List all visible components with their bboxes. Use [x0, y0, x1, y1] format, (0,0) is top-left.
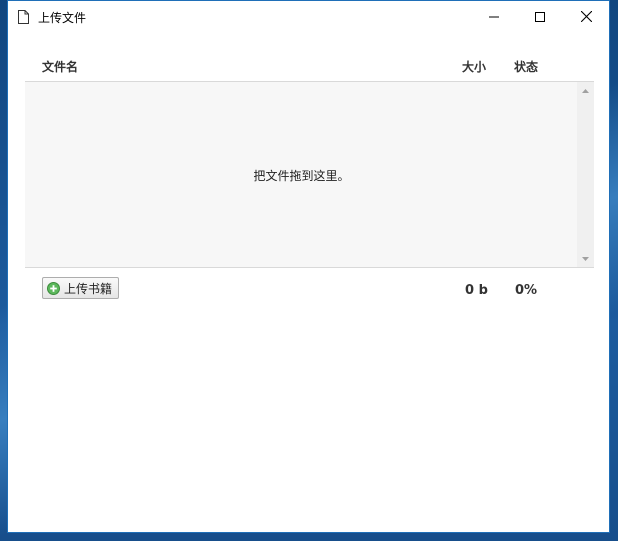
total-size: 0 b	[465, 283, 488, 298]
upload-button-label: 上传书籍	[64, 281, 113, 296]
arrow-up-icon	[582, 88, 589, 93]
minimize-icon	[489, 16, 499, 17]
column-header-status[interactable]: 状态	[514, 58, 538, 75]
document-icon	[18, 9, 29, 24]
close-button[interactable]	[563, 1, 609, 32]
minimize-button[interactable]	[471, 1, 517, 32]
arrow-down-icon	[582, 256, 589, 261]
column-header-filename[interactable]: 文件名	[42, 58, 78, 75]
maximize-icon	[535, 11, 545, 22]
close-icon	[580, 11, 592, 22]
title-bar[interactable]: 上传文件	[8, 1, 609, 32]
window-title: 上传文件	[38, 11, 87, 25]
file-table-header: 文件名 大小 状态	[25, 53, 594, 82]
maximize-button[interactable]	[517, 1, 563, 32]
file-drop-zone[interactable]: 把文件拖到这里。	[25, 82, 594, 268]
upload-dialog: 上传文件 文件名 大小 状态 把文件拖到这里。 上传书籍 0 b 0%	[7, 0, 610, 533]
total-progress: 0%	[515, 283, 538, 298]
scroll-down-button[interactable]	[577, 250, 594, 267]
column-header-size[interactable]: 大小	[462, 58, 486, 75]
scroll-up-button[interactable]	[577, 82, 594, 99]
vertical-scrollbar[interactable]	[577, 82, 594, 267]
upload-books-button[interactable]: 上传书籍	[42, 277, 119, 299]
plus-circle-icon	[47, 281, 60, 295]
drop-hint: 把文件拖到这里。	[253, 168, 350, 183]
